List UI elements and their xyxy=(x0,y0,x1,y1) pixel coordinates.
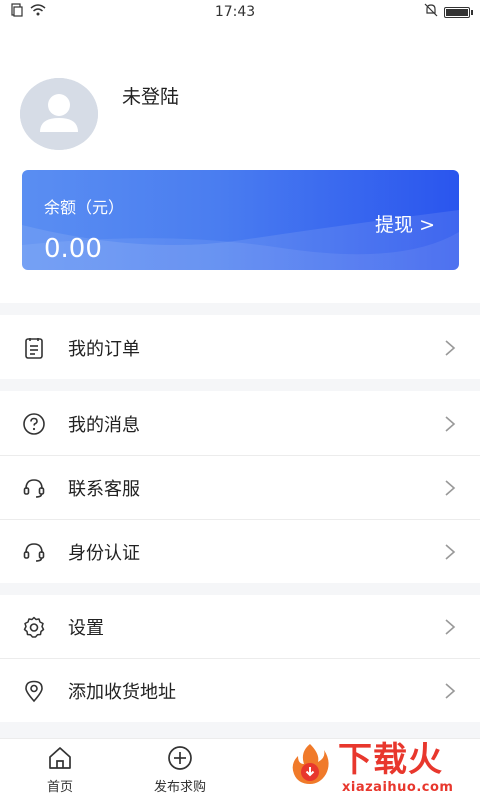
location-pin-icon xyxy=(22,679,46,703)
tab-label-home: 首页 xyxy=(46,780,73,795)
flame-logo-icon xyxy=(286,740,334,788)
chevron-right-icon xyxy=(444,479,456,497)
section-gap xyxy=(0,722,480,738)
watermark: 下载火 xiazaihuo.com xyxy=(282,740,480,800)
sim-icon xyxy=(10,3,24,21)
menu-item-orders[interactable]: 我的订单 xyxy=(0,316,480,379)
menu-item-address[interactable]: 添加收货地址 xyxy=(0,659,480,722)
balance-label: 余额（元） xyxy=(44,198,125,217)
question-circle-icon xyxy=(22,412,46,436)
menu-label-address: 添加收货地址 xyxy=(68,681,176,703)
headset-icon xyxy=(22,476,46,500)
section-gap xyxy=(0,303,480,315)
section-gap xyxy=(0,583,480,595)
watermark-title: 下载火 xyxy=(338,740,443,780)
tab-publish[interactable]: 发布求购 xyxy=(120,745,240,797)
user-silhouette-icon xyxy=(20,78,98,150)
watermark-url: xiazaihuo.com xyxy=(342,780,454,795)
avatar[interactable] xyxy=(20,78,98,150)
menu-label-customer-service: 联系客服 xyxy=(68,478,140,500)
menu-label-identity: 身份认证 xyxy=(68,542,140,564)
balance-value: 0.00 xyxy=(44,234,102,264)
withdraw-button[interactable]: 提现 > xyxy=(375,210,435,237)
status-left xyxy=(10,3,46,21)
home-icon xyxy=(47,745,73,771)
menu-item-identity[interactable]: 身份认证 xyxy=(0,520,480,583)
menu-item-customer-service[interactable]: 联系客服 xyxy=(0,456,480,519)
add-circle-icon xyxy=(167,745,193,771)
chevron-right-icon xyxy=(444,543,456,561)
battery-icon xyxy=(443,6,473,18)
balance-card: 余额（元） 0.00 提现 > xyxy=(22,170,459,270)
menu-item-settings[interactable]: 设置 xyxy=(0,595,480,658)
gear-icon xyxy=(22,615,46,639)
chevron-right-icon xyxy=(444,415,456,433)
status-time: 17:43 xyxy=(214,4,256,20)
menu-item-messages[interactable]: 我的消息 xyxy=(0,392,480,455)
menu-label-messages: 我的消息 xyxy=(68,414,140,436)
profile-header[interactable]: 未登陆 xyxy=(0,72,480,152)
mute-bell-icon xyxy=(424,3,438,21)
menu-label-settings: 设置 xyxy=(68,617,104,639)
clipboard-icon xyxy=(22,336,46,360)
status-bar: 17:43 xyxy=(0,0,480,24)
chevron-right-icon xyxy=(444,339,456,357)
wifi-icon xyxy=(30,3,46,21)
tab-home[interactable]: 首页 xyxy=(0,745,120,797)
username[interactable]: 未登陆 xyxy=(122,82,179,109)
section-gap xyxy=(0,379,480,391)
chevron-right-icon xyxy=(444,682,456,700)
menu-label-orders: 我的订单 xyxy=(68,338,140,360)
tab-label-publish: 发布求购 xyxy=(153,780,206,795)
status-right xyxy=(424,3,473,21)
headset-icon xyxy=(22,540,46,564)
chevron-right-icon xyxy=(444,618,456,636)
